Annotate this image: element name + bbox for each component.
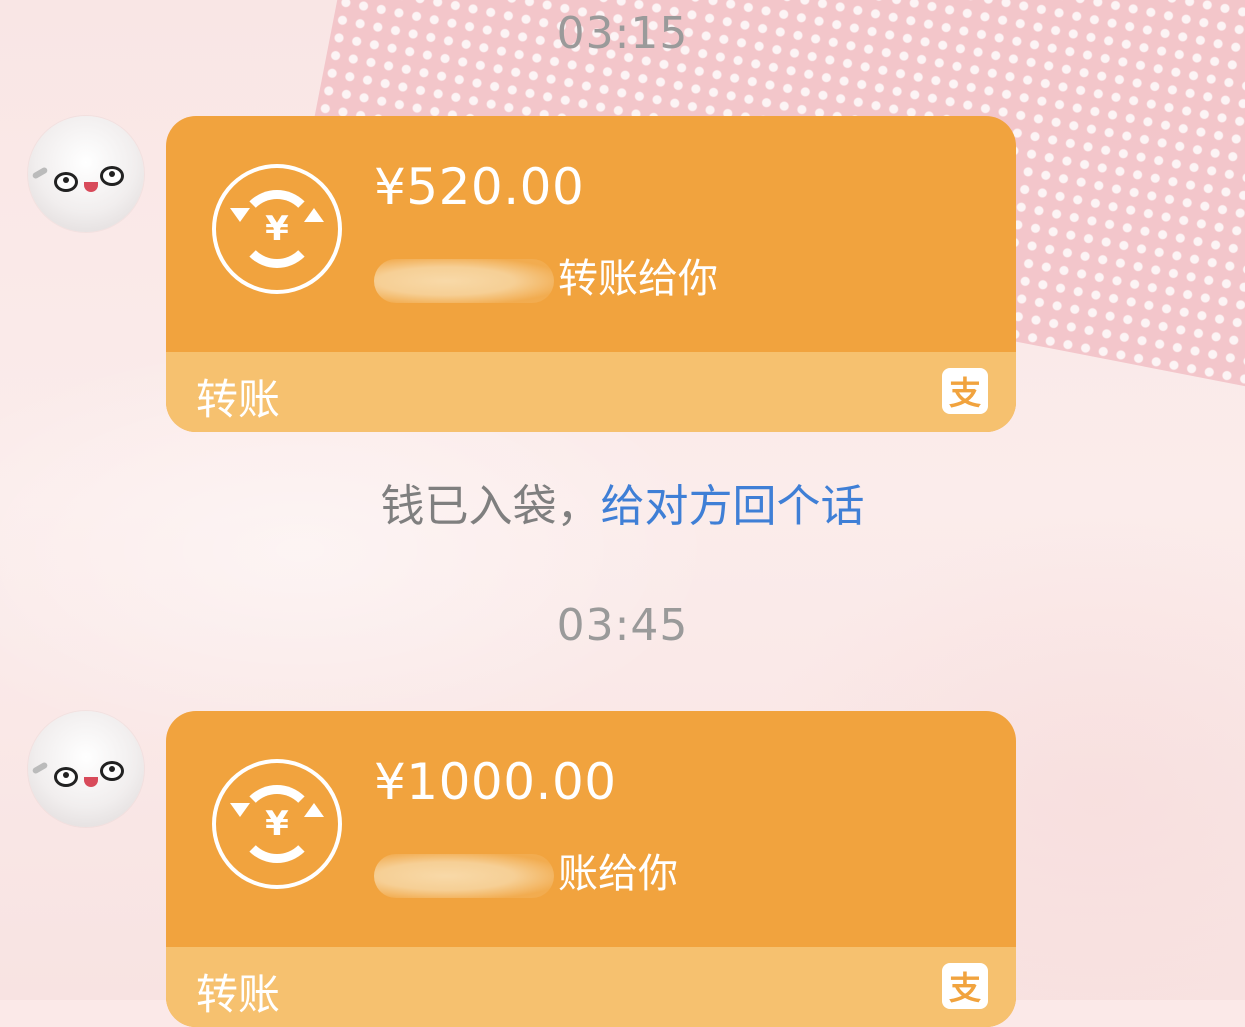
- transfer-description: 转账给你: [374, 246, 718, 304]
- avatar-mouth: [84, 182, 98, 192]
- transfer-description: 账给你: [374, 841, 678, 899]
- transfer-label: 转账: [196, 970, 281, 1019]
- transfer-amount: ¥1000.00: [374, 753, 617, 811]
- avatar[interactable]: [28, 116, 144, 232]
- avatar-mouth: [84, 777, 98, 787]
- transfer-card-footer: 转账 支: [166, 947, 1016, 1027]
- redacted-name: [374, 854, 554, 898]
- transfer-label: 转账: [196, 375, 281, 424]
- avatar-eye-right: [100, 761, 124, 781]
- received-notice-text: 钱已入袋，: [380, 481, 601, 532]
- redacted-name: [374, 259, 554, 303]
- transfer-card[interactable]: ¥ ¥520.00 转账给你 转账 支: [166, 116, 1016, 432]
- received-notice: 钱已入袋，给对方回个话: [0, 470, 1245, 534]
- transfer-card[interactable]: ¥ ¥1000.00 账给你 转账 支: [166, 711, 1016, 1027]
- yen-transfer-icon: ¥: [212, 759, 342, 889]
- avatar-eye-left: [54, 767, 78, 787]
- transfer-card-body: ¥ ¥1000.00 账给你: [166, 711, 1016, 947]
- avatar-eye-right: [100, 166, 124, 186]
- reply-link[interactable]: 给对方回个话: [601, 481, 865, 532]
- alipay-icon: 支: [942, 368, 988, 414]
- timestamp: 03:15: [556, 8, 689, 59]
- timestamp: 03:45: [556, 600, 689, 651]
- transfer-card-body: ¥ ¥520.00 转账给你: [166, 116, 1016, 352]
- transfer-amount: ¥520.00: [374, 158, 585, 216]
- avatar-eye-left: [54, 172, 78, 192]
- yen-transfer-icon: ¥: [212, 164, 342, 294]
- transfer-card-footer: 转账 支: [166, 352, 1016, 432]
- alipay-icon: 支: [942, 963, 988, 1009]
- avatar[interactable]: [28, 711, 144, 827]
